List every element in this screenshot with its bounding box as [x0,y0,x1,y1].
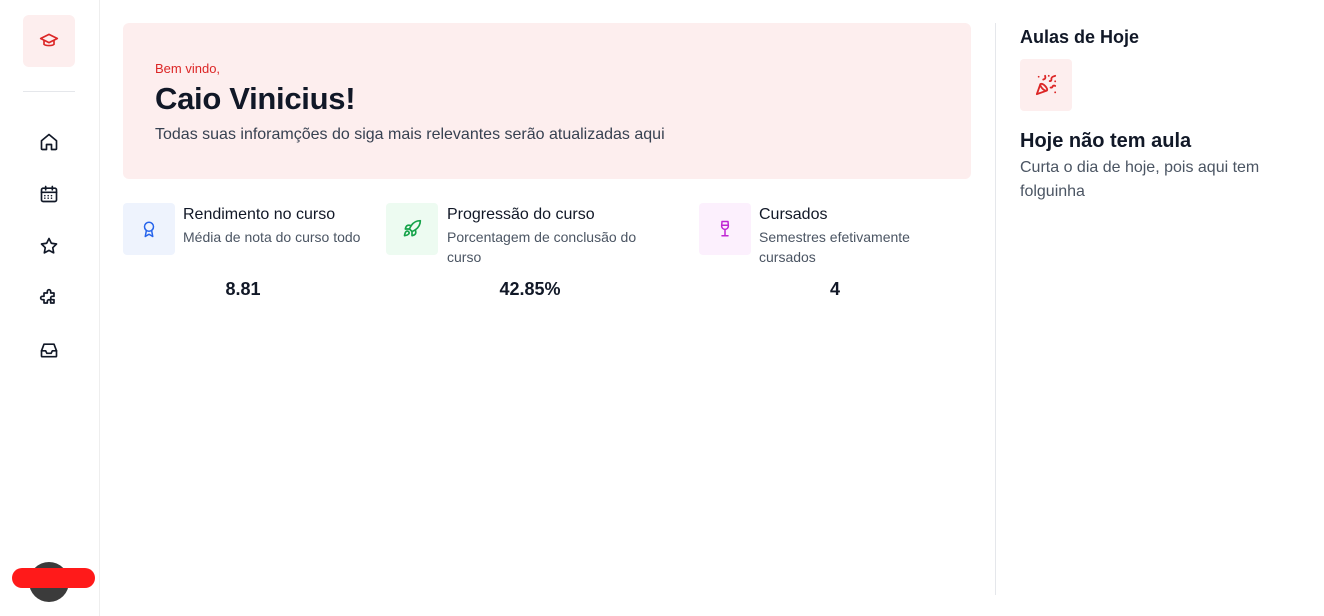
stat-icon-box [699,203,751,255]
app-root: Bem vindo, Caio Vinicius! Todas suas inf… [0,0,1324,616]
star-icon [40,237,58,254]
stat-icon-box [386,203,438,255]
sidebar-item-calendar[interactable] [33,178,65,210]
award-icon [143,221,155,238]
sidebar-item-extensions[interactable] [33,282,65,314]
sidebar-divider [23,91,75,92]
today-icon-box [1020,59,1072,111]
right-panel-divider [995,23,996,595]
stat-value: 42.85% [499,279,561,299]
logo[interactable] [23,15,75,67]
calendar-icon [40,185,58,203]
welcome-banner: Bem vindo, Caio Vinicius! Todas suas inf… [123,23,971,179]
stat-subtitle: Média de nota do curso todo [183,229,361,245]
empty-state-title: Hoje não tem aula [1020,130,1192,152]
today-title: Aulas de Hoje [1020,27,1140,47]
stat-icon-box [123,203,175,255]
rocket-icon [403,219,422,237]
stat-title: Progressão do curso [447,206,595,223]
party-popper-icon [1035,74,1057,96]
puzzle-icon [39,288,55,304]
stat-value: 4 [829,279,840,299]
welcome-greeting: Bem vindo, [155,61,221,76]
user-name: Caio Vinicius! [155,81,356,116]
wine-glass-icon [720,220,730,237]
stat-subtitle: Porcentagem de conclusão do curso [447,229,637,265]
avatar-redaction [12,568,95,588]
sidebar [0,0,100,616]
sidebar-item-favorites[interactable] [33,230,65,262]
sidebar-item-inbox[interactable] [33,334,65,366]
graduation-cap-icon [39,33,59,47]
sidebar-item-home[interactable] [33,126,65,158]
stat-subtitle: Semestres efetivamente cursados [759,229,910,265]
home-icon [40,133,58,151]
stat-value: 8.81 [225,279,261,299]
banner-description: Todas suas inforamções do siga mais rele… [155,126,665,143]
stat-title: Cursados [759,206,828,223]
inbox-icon [40,343,58,358]
empty-state-description: Curta o dia de hoje, pois aqui tem folgu… [1020,159,1260,200]
stat-title: Rendimento no curso [183,206,336,223]
